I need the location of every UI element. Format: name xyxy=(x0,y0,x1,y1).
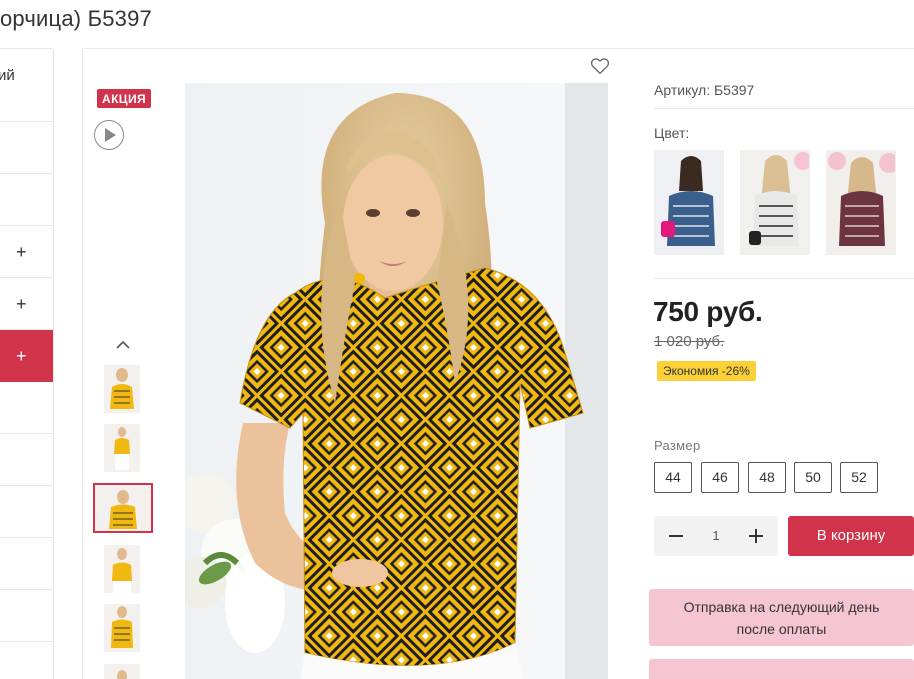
heart-icon[interactable] xyxy=(590,57,610,75)
sidebar-item-expandable[interactable]: + xyxy=(0,226,53,278)
size-option[interactable]: 50 xyxy=(794,462,832,493)
product-price: 750 руб. xyxy=(653,296,763,327)
product-thumbnail[interactable] xyxy=(104,365,140,413)
main-product-image[interactable] xyxy=(185,83,608,679)
size-option[interactable]: 44 xyxy=(654,462,692,493)
info-box xyxy=(649,659,914,679)
sidebar-item-label: ий xyxy=(0,67,15,84)
size-option[interactable]: 46 xyxy=(701,462,739,493)
sale-badge: АКЦИЯ xyxy=(97,89,152,108)
minus-icon[interactable] xyxy=(664,524,688,548)
sidebar-item[interactable] xyxy=(0,174,53,226)
quantity-value[interactable]: 1 xyxy=(704,528,728,543)
expand-plus-icon[interactable]: + xyxy=(16,295,27,313)
product-thumbnail[interactable] xyxy=(104,424,140,472)
divider xyxy=(654,278,914,279)
sidebar-item[interactable] xyxy=(0,122,53,174)
sidebar-item[interactable] xyxy=(0,538,53,590)
plus-icon[interactable] xyxy=(744,524,768,548)
page-title: орчица) Б5397 xyxy=(0,6,152,31)
chevron-up-icon[interactable] xyxy=(115,338,131,350)
old-price: 1 020 руб. xyxy=(654,333,725,350)
sidebar-item[interactable] xyxy=(0,590,53,642)
expand-plus-icon[interactable]: + xyxy=(16,243,27,261)
size-option[interactable]: 48 xyxy=(748,462,786,493)
color-swatch-black[interactable] xyxy=(740,150,810,255)
product-sku: Артикул: Б5397 xyxy=(654,82,755,98)
size-label: Размер xyxy=(654,438,701,453)
product-thumbnail[interactable] xyxy=(104,545,140,593)
color-label: Цвет: xyxy=(654,125,690,141)
sidebar-item[interactable]: ий xyxy=(0,49,53,122)
expand-plus-icon[interactable]: + xyxy=(16,347,27,365)
sidebar-item[interactable] xyxy=(0,434,53,486)
add-to-cart-button[interactable]: В корзину xyxy=(788,516,914,556)
product-thumbnail[interactable] xyxy=(104,664,140,679)
sidebar-item-active[interactable]: + xyxy=(0,330,53,382)
sidebar-item[interactable] xyxy=(0,486,53,538)
divider xyxy=(654,108,914,109)
color-swatch-blue[interactable] xyxy=(654,150,724,255)
product-thumbnail[interactable] xyxy=(104,604,140,652)
product-thumbnail-selected[interactable] xyxy=(93,483,153,533)
shipping-note: Отправка на следующий день после оплаты xyxy=(649,589,914,646)
sidebar-item[interactable] xyxy=(0,382,53,434)
discount-badge: Экономия -26% xyxy=(657,361,756,381)
color-swatch-burgundy[interactable] xyxy=(826,150,896,255)
play-video-icon[interactable] xyxy=(94,120,124,150)
category-sidebar: ий + + + xyxy=(0,48,54,679)
sidebar-item-expandable[interactable]: + xyxy=(0,278,53,330)
size-option[interactable]: 52 xyxy=(840,462,878,493)
quantity-stepper: 1 xyxy=(654,516,778,556)
